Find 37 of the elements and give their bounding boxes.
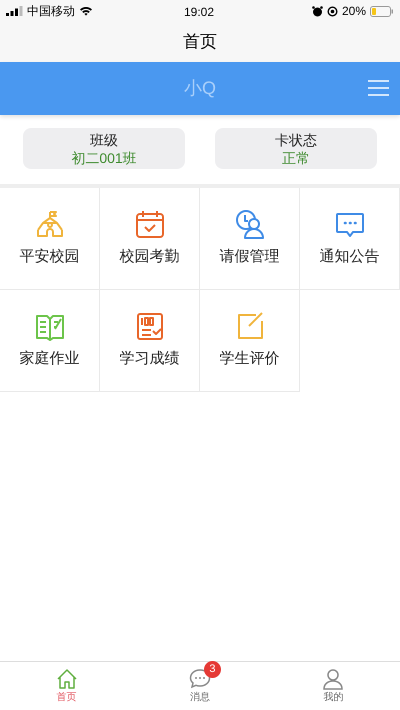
tile-label: 校园考勤: [120, 247, 180, 268]
tile-label: 通知公告: [320, 247, 380, 268]
tab-item[interactable]: 我的: [266, 662, 400, 710]
alarm-icon: [312, 6, 323, 16]
card-value: 正常: [282, 148, 310, 166]
feature-tile[interactable]: 学习成绩: [100, 290, 200, 392]
rotation-lock-icon: [326, 6, 338, 16]
feature-tile[interactable]: 学生评价: [200, 290, 300, 392]
signal-icon: [6, 6, 23, 16]
menu-icon[interactable]: [368, 80, 389, 96]
feature-tile[interactable]: 平安校园: [0, 188, 100, 290]
calendar-check-icon: [134, 208, 166, 240]
clock-time: 19:02: [184, 4, 214, 21]
app-logo: 小Q: [184, 77, 216, 100]
home-icon: [54, 667, 79, 691]
tab-item[interactable]: 3 消息: [133, 662, 267, 710]
tab-item[interactable]: 首页: [0, 662, 134, 710]
tile-label: 学习成绩: [120, 349, 180, 370]
battery-icon: [370, 6, 394, 16]
unread-badge: 3: [204, 661, 221, 678]
tile-label: 家庭作业: [20, 349, 80, 370]
feature-tile[interactable]: 校园考勤: [100, 188, 200, 290]
feature-tile[interactable]: 请假管理: [200, 188, 300, 290]
page-title: 首页: [183, 31, 217, 54]
tile-label: 平安校园: [20, 247, 80, 268]
card-label: 班级: [90, 130, 118, 148]
tile-label: 请假管理: [220, 247, 280, 268]
person-clock-icon: [234, 208, 266, 240]
tile-label: 学生评价: [220, 349, 280, 370]
person-icon: [321, 667, 346, 691]
battery-percent: 20%: [342, 3, 366, 20]
wifi-icon: [79, 6, 93, 16]
feature-tile[interactable]: 家庭作业: [0, 290, 100, 392]
card-value: 初二001班: [71, 148, 137, 166]
card-label: 卡状态: [275, 130, 317, 148]
feature-tile[interactable]: 通知公告: [300, 188, 400, 290]
carrier-name: 中国移动: [27, 3, 75, 20]
